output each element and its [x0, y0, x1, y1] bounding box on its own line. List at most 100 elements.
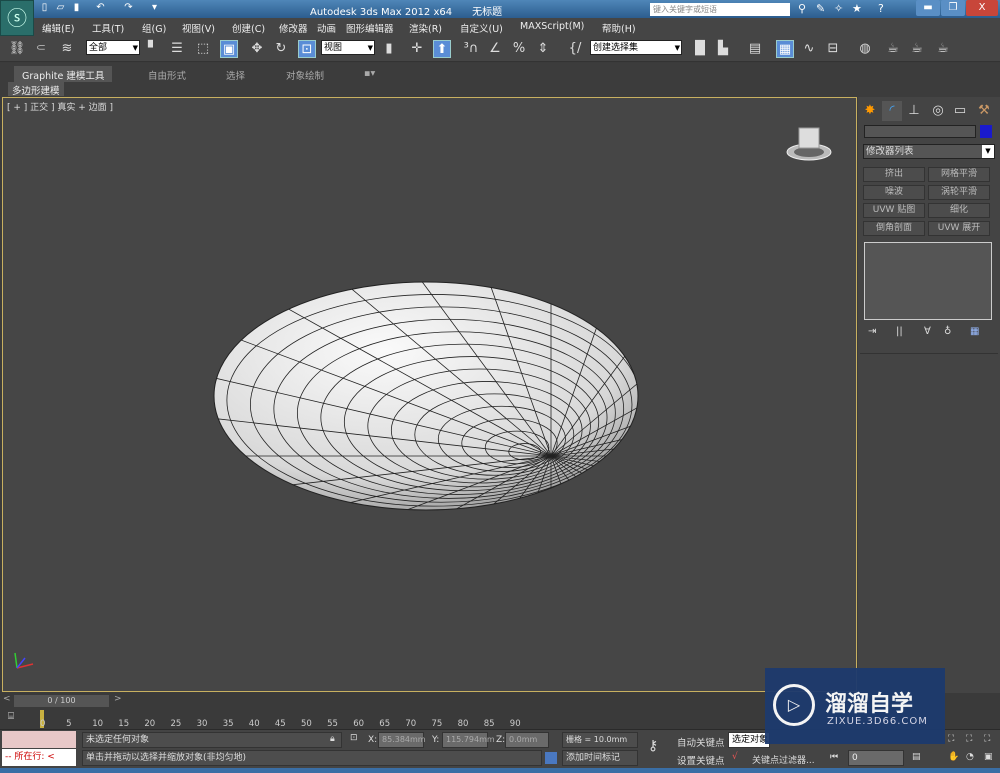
- key-icon[interactable]: ⚷: [648, 738, 658, 754]
- scale-icon[interactable]: ⊡: [298, 40, 316, 58]
- edit-named-selection-icon[interactable]: {/: [566, 40, 584, 58]
- select-by-name-icon[interactable]: ☰: [168, 40, 186, 58]
- absolute-mode-icon[interactable]: ⊡: [350, 733, 358, 743]
- modifier-bevel-profile-button[interactable]: 倒角剖面: [863, 221, 925, 236]
- pivot-center-icon[interactable]: ▮: [380, 40, 398, 58]
- key-filters-button[interactable]: 关键点过滤器...: [752, 753, 815, 766]
- tab-selection[interactable]: 选择: [218, 66, 253, 82]
- percent-snap-icon[interactable]: %: [510, 40, 528, 58]
- graphite-toggle-icon[interactable]: ▦: [776, 40, 794, 58]
- move-icon[interactable]: ✥: [248, 40, 266, 58]
- viewport-perspective[interactable]: [ + ] 正交 ] 真实 + 边面 ]: [2, 97, 857, 692]
- zoom-all-icon[interactable]: ⛶: [984, 734, 990, 744]
- curve-editor-icon[interactable]: ∿: [800, 40, 818, 58]
- rotate-icon[interactable]: ↻: [272, 40, 290, 58]
- modifier-stack[interactable]: [864, 242, 992, 320]
- maximize-viewport-icon[interactable]: ▣: [984, 752, 993, 762]
- modifier-meshsmooth-button[interactable]: 网格平滑: [928, 167, 990, 182]
- tab-object-paint[interactable]: 对象绘制: [278, 66, 332, 82]
- menu-maxscript[interactable]: MAXScript(M): [520, 21, 584, 32]
- pan-icon[interactable]: ✋: [948, 752, 959, 762]
- zoom-extents-icon[interactable]: ⛶: [948, 734, 954, 744]
- object-color-swatch[interactable]: [980, 125, 992, 138]
- tab-modify-icon[interactable]: ◜: [882, 101, 902, 121]
- maxscript-listener-top[interactable]: [2, 731, 76, 748]
- tab-hierarchy-icon[interactable]: ⊥: [904, 101, 924, 121]
- show-end-result-icon[interactable]: ||: [896, 326, 903, 337]
- make-unique-icon[interactable]: ∀: [924, 326, 931, 337]
- help-icon[interactable]: ?: [878, 2, 884, 15]
- layer-manager-icon[interactable]: ▤: [746, 40, 764, 58]
- time-tag-icon[interactable]: [545, 752, 557, 764]
- time-slider[interactable]: 0 / 100: [14, 695, 109, 707]
- lock-selection-icon[interactable]: 🔒︎: [330, 734, 335, 744]
- modifier-unwrap-uvw-button[interactable]: UVW 展开: [928, 221, 990, 236]
- menu-help[interactable]: 帮助(H): [602, 21, 636, 35]
- bind-spacewarp-icon[interactable]: ≋: [58, 40, 76, 58]
- customize-qa-icon[interactable]: ▾: [148, 2, 161, 15]
- open-icon[interactable]: ▱: [54, 2, 67, 15]
- material-editor-icon[interactable]: ◍: [856, 40, 874, 58]
- render-setup-icon[interactable]: ☕: [884, 40, 902, 58]
- orbit-icon[interactable]: ◔: [966, 752, 974, 762]
- add-time-tag[interactable]: 添加时间标记: [562, 750, 638, 766]
- pin-stack-icon[interactable]: ⇥: [868, 326, 876, 337]
- menu-modifiers[interactable]: 修改器: [279, 21, 308, 35]
- snap-3d-icon[interactable]: ³∩: [462, 40, 480, 58]
- maxscript-listener[interactable]: -- 所在行: <: [2, 749, 76, 766]
- modifier-tessellate-button[interactable]: 细化: [928, 203, 990, 218]
- tab-display-icon[interactable]: ▭: [950, 101, 970, 121]
- render-production-icon[interactable]: ☕: [934, 40, 952, 58]
- auto-key-button[interactable]: 自动关键点: [677, 735, 725, 749]
- goto-start-icon[interactable]: ⏮: [830, 752, 838, 762]
- current-frame-field[interactable]: 0: [848, 750, 904, 766]
- named-selection-dropdown[interactable]: 创建选择集 ▼: [590, 40, 682, 55]
- modifier-noise-button[interactable]: 噪波: [863, 185, 925, 200]
- select-object-icon[interactable]: ▘: [144, 40, 162, 58]
- mirror-icon[interactable]: ▐▌: [690, 40, 710, 58]
- viewcube-icon[interactable]: [786, 127, 832, 161]
- next-frame-icon[interactable]: >: [114, 694, 122, 704]
- tab-graphite[interactable]: Graphite 建模工具: [14, 66, 113, 82]
- save-icon[interactable]: ▮: [70, 2, 83, 15]
- rendered-frame-icon[interactable]: ☕: [908, 40, 926, 58]
- polygon-modeling-panel[interactable]: 多边形建模: [8, 82, 64, 97]
- app-logo[interactable]: ⓢ: [0, 0, 34, 36]
- menu-graph-editors[interactable]: 图形编辑器: [346, 21, 394, 35]
- x-coordinate-field[interactable]: 85.384mm: [378, 732, 426, 748]
- redo-icon[interactable]: ↷: [122, 2, 135, 15]
- search-input[interactable]: 键入关键字或短语: [650, 3, 790, 16]
- window-crossing-icon[interactable]: ▣: [220, 40, 238, 58]
- subscription-icon[interactable]: ✧: [834, 2, 843, 15]
- keyboard-shortcut-icon[interactable]: ⬆: [433, 40, 451, 58]
- menu-group[interactable]: 组(G): [142, 21, 166, 35]
- undo-icon[interactable]: ↶: [94, 2, 107, 15]
- time-config-icon[interactable]: ▤: [912, 752, 921, 762]
- mini-curve-editor-icon[interactable]: ⌸: [8, 711, 14, 722]
- menu-views[interactable]: 视图(V): [182, 21, 215, 35]
- close-button[interactable]: X: [966, 0, 998, 16]
- modifier-list-dropdown[interactable]: 修改器列表 ▼: [863, 144, 995, 159]
- tab-create-icon[interactable]: ✸: [860, 101, 880, 121]
- align-icon[interactable]: ▙: [714, 40, 732, 58]
- menu-customize[interactable]: 自定义(U): [460, 21, 503, 35]
- modifier-uvw-map-button[interactable]: UVW 贴图: [863, 203, 925, 218]
- modifier-extrude-button[interactable]: 挤出: [863, 167, 925, 182]
- manipulate-icon[interactable]: ✛: [408, 40, 426, 58]
- star-icon[interactable]: ★: [852, 2, 862, 15]
- angle-snap-icon[interactable]: ∠: [486, 40, 504, 58]
- tab-utilities-icon[interactable]: ⚒: [974, 101, 994, 121]
- selection-filter-dropdown[interactable]: 全部 ▼: [86, 40, 140, 55]
- modifier-turbosmooth-button[interactable]: 涡轮平滑: [928, 185, 990, 200]
- remove-modifier-icon[interactable]: ♁: [944, 326, 951, 337]
- configure-sets-icon[interactable]: ▦: [970, 326, 979, 337]
- field-of-view-icon[interactable]: ⛶: [966, 734, 972, 744]
- z-coordinate-field[interactable]: 0.0mm: [505, 732, 549, 748]
- schematic-view-icon[interactable]: ⊟: [824, 40, 842, 58]
- object-name-field[interactable]: [864, 125, 976, 138]
- set-key-button[interactable]: 设置关键点: [677, 753, 725, 767]
- unlink-icon[interactable]: ⸦: [32, 40, 50, 58]
- rect-selection-icon[interactable]: ⬚: [194, 40, 212, 58]
- spinner-snap-icon[interactable]: ⇕: [534, 40, 552, 58]
- prev-frame-icon[interactable]: <: [3, 694, 11, 704]
